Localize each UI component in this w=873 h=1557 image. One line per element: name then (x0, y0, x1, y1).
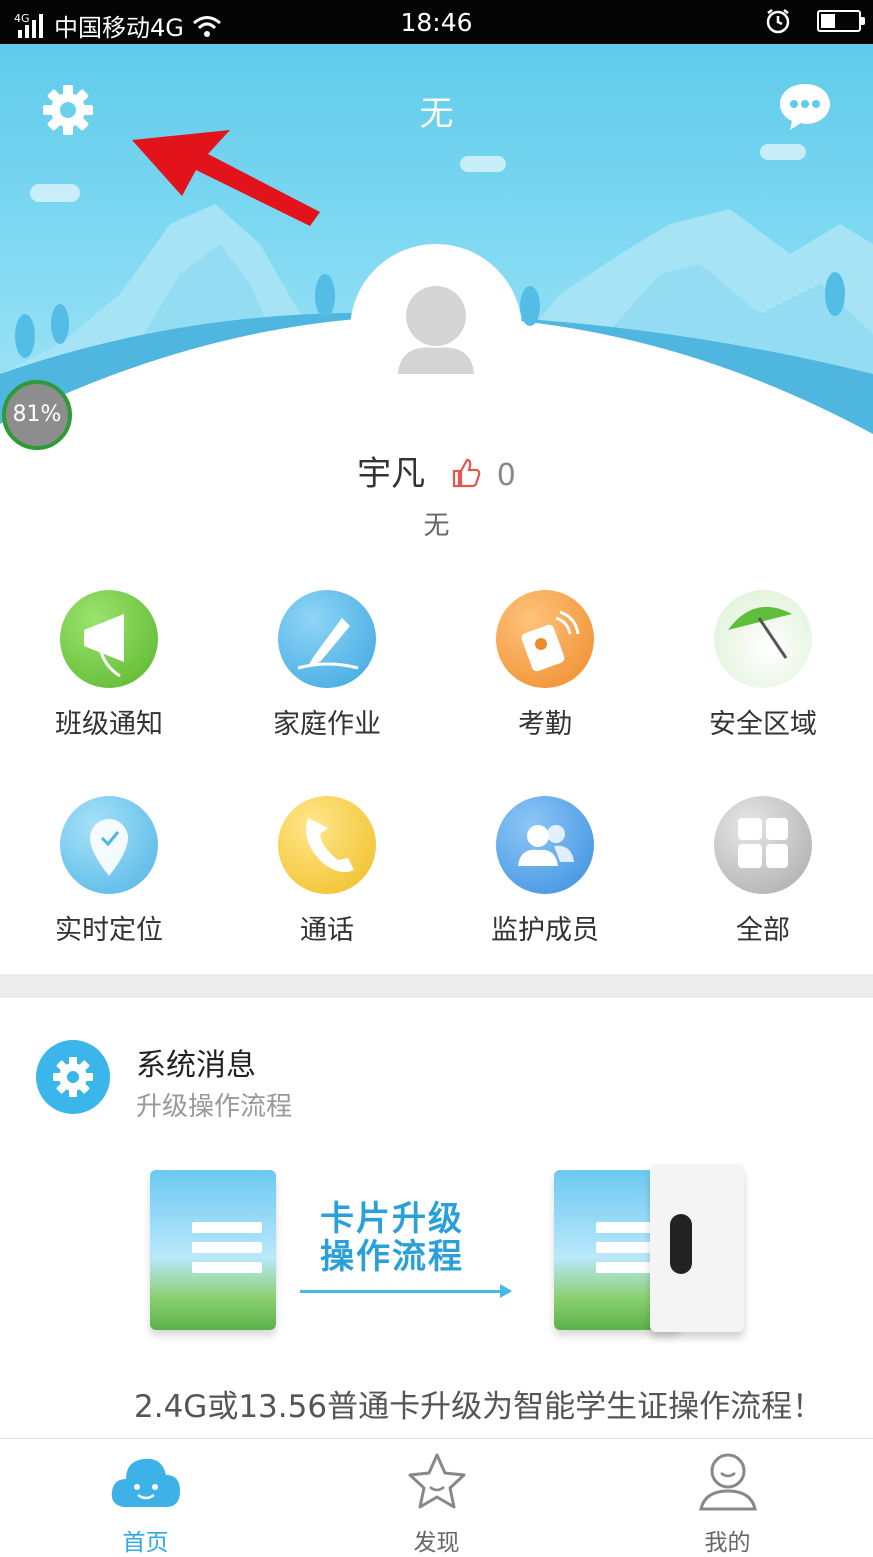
alarm-icon (766, 9, 790, 34)
feature-attendance[interactable]: 考勤 (436, 590, 654, 741)
feature-all[interactable]: 全部 (654, 796, 872, 947)
feature-label: 班级通知 (55, 709, 163, 740)
feature-class-notice[interactable]: 班级通知 (0, 590, 218, 741)
clock: 18:46 (400, 8, 473, 37)
feature-label: 全部 (736, 915, 790, 946)
feature-label: 安全区域 (709, 709, 817, 740)
system-message-subtitle: 升级操作流程 (136, 1092, 293, 1122)
banner-arrow (300, 1284, 512, 1298)
tab-profile[interactable]: 我的 (582, 1439, 873, 1556)
tab-label: 我的 (704, 1530, 751, 1556)
profile-name: 宇凡 (357, 454, 426, 494)
feature-realtime-location[interactable]: 实时定位 (0, 796, 218, 947)
feature-guardians[interactable]: 监护成员 (436, 796, 654, 947)
banner-line-1: 卡片升级 (320, 1199, 464, 1239)
banner-text: 卡片升级 操作流程 (320, 1200, 464, 1276)
home-cloud-icon (111, 1458, 180, 1507)
banner-line-2: 操作流程 (320, 1237, 464, 1277)
gear-icon (53, 1057, 93, 1097)
feature-label: 考勤 (518, 709, 572, 740)
device-battery-badge: 81% (2, 380, 72, 450)
person-avatar-icon (398, 286, 474, 374)
pencil-icon (278, 590, 376, 688)
like-count: 0 (496, 458, 516, 493)
upgrade-banner-image[interactable]: 卡片升级 操作流程 (130, 1160, 760, 1355)
feature-call[interactable]: 通话 (218, 796, 436, 947)
feature-label: 家庭作业 (273, 709, 381, 740)
members-icon (496, 796, 594, 894)
system-message-description: 2.4G或13.56普通卡升级为智能学生证操作流程！ (134, 1389, 824, 1425)
feature-label: 监护成员 (491, 915, 599, 946)
smart-device-illustration (650, 1164, 744, 1332)
status-bar: 4G 中国移动4G 18:46 (0, 0, 873, 44)
tab-label: 发现 (413, 1530, 460, 1556)
feature-homework[interactable]: 家庭作业 (218, 590, 436, 741)
annotation-arrow (132, 130, 320, 226)
battery-icon (817, 10, 865, 32)
umbrella-icon (714, 590, 812, 688)
tab-home[interactable]: 首页 (0, 1439, 291, 1556)
system-message-title[interactable]: 系统消息 (136, 1040, 256, 1084)
location-pin-icon (60, 796, 158, 894)
thumbs-up-icon[interactable] (450, 457, 482, 489)
feature-label: 实时定位 (55, 915, 163, 946)
grid-icon (714, 796, 812, 894)
profile-subtitle: 无 (423, 511, 450, 541)
profile-name-row: 宇凡 0 (0, 446, 873, 495)
feature-safe-zone[interactable]: 安全区域 (654, 590, 872, 741)
page-title: 无 (419, 94, 454, 134)
person-icon (698, 1453, 757, 1511)
star-icon (408, 1453, 465, 1509)
bottom-tab-bar: 首页 发现 我的 (0, 1438, 873, 1556)
feature-label: 通话 (300, 915, 354, 946)
section-divider (0, 974, 873, 998)
megaphone-icon (60, 590, 158, 688)
tab-discover[interactable]: 发现 (291, 1439, 582, 1556)
tab-label: 首页 (122, 1530, 169, 1556)
chat-bubble-icon (780, 84, 830, 130)
avatar[interactable] (350, 244, 522, 416)
system-message-icon (36, 1040, 110, 1114)
attendance-card-icon (496, 590, 594, 688)
messages-button[interactable] (777, 80, 833, 136)
student-card-illustration (150, 1170, 276, 1330)
phone-icon (278, 796, 376, 894)
